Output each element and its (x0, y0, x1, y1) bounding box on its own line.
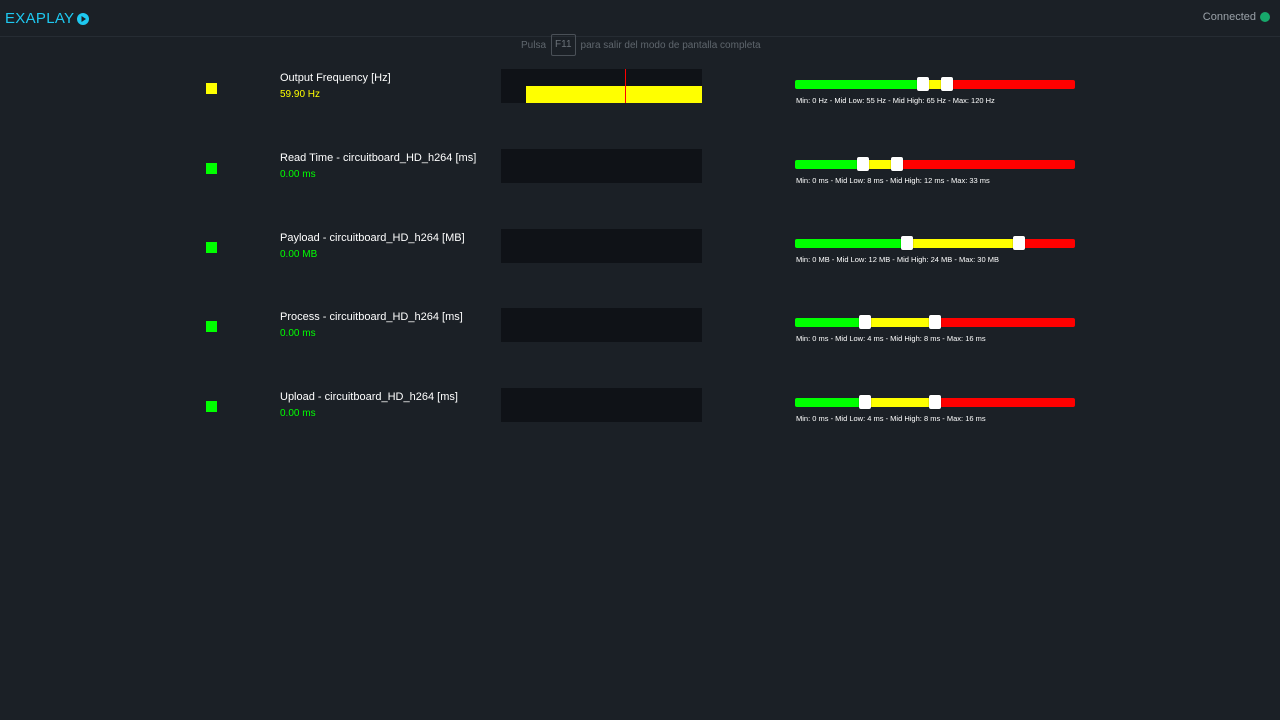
metric-label: Read Time - circuitboard_HD_h264 [ms] (280, 152, 477, 164)
slider-segment-mid (865, 398, 935, 407)
top-bar: EXAPLAY Connected (0, 0, 1280, 37)
metric-label: Output Frequency [Hz] (280, 72, 391, 84)
threshold-slider[interactable] (795, 77, 1075, 91)
threshold-slider[interactable] (795, 157, 1075, 171)
fullscreen-hint-key: F11 (551, 34, 576, 56)
fullscreen-hint-prefix: Pulsa (521, 39, 547, 51)
metric-row-output-frequency: Output Frequency [Hz] 59.90 Hz Min: 0 Hz… (0, 69, 1280, 112)
slider-handle-mid-high[interactable] (890, 157, 903, 171)
status-indicator (206, 321, 217, 332)
slider-segment-mid (907, 239, 1019, 248)
graph-marker (625, 69, 626, 103)
play-icon (77, 12, 90, 25)
threshold-slider[interactable] (795, 395, 1075, 409)
status-indicator (206, 83, 217, 94)
range-text: Min: 0 Hz - Mid Low: 55 Hz - Mid High: 6… (796, 96, 995, 105)
metric-graph (501, 308, 702, 342)
slider-segment-high (896, 160, 1075, 169)
slider-handle-mid-high[interactable] (1013, 236, 1025, 250)
fullscreen-hint-suffix: para salir del modo de pantalla completa (580, 39, 761, 51)
metric-value: 0.00 ms (280, 169, 316, 180)
slider-segment-high (935, 398, 1075, 407)
slider-handle-mid-high[interactable] (929, 315, 941, 329)
metric-row-process: Process - circuitboard_HD_h264 [ms] 0.00… (0, 308, 1280, 351)
range-text: Min: 0 ms - Mid Low: 4 ms - Mid High: 8 … (796, 414, 986, 423)
status-indicator (206, 401, 217, 412)
metric-graph (501, 69, 702, 103)
metric-label: Payload - circuitboard_HD_h264 [MB] (280, 232, 465, 244)
slider-handle-mid-high[interactable] (940, 77, 953, 91)
range-text: Min: 0 ms - Mid Low: 8 ms - Mid High: 12… (796, 176, 990, 185)
metric-value: 0.00 ms (280, 408, 316, 419)
metric-label: Process - circuitboard_HD_h264 [ms] (280, 311, 463, 323)
connection-status-label: Connected (1202, 11, 1256, 23)
metric-graph (501, 149, 702, 183)
slider-handle-mid-high[interactable] (929, 395, 941, 409)
slider-segment-low (795, 80, 924, 89)
slider-segment-low (795, 318, 865, 327)
metric-row-read-time: Read Time - circuitboard_HD_h264 [ms] 0.… (0, 149, 1280, 192)
slider-handle-mid-low[interactable] (917, 77, 930, 91)
metric-value: 59.90 Hz (280, 89, 321, 100)
slider-segment-high (1019, 239, 1075, 248)
range-text: Min: 0 MB - Mid Low: 12 MB - Mid High: 2… (796, 255, 999, 264)
slider-handle-mid-low[interactable] (856, 157, 869, 171)
range-text: Min: 0 ms - Mid Low: 4 ms - Mid High: 8 … (796, 334, 986, 343)
metric-value: 0.00 ms (280, 328, 316, 339)
connection-status: Connected (1203, 11, 1270, 23)
slider-handle-mid-low[interactable] (859, 395, 871, 409)
connection-status-dot (1260, 12, 1270, 22)
slider-segment-high (946, 80, 1075, 89)
status-indicator (206, 242, 217, 253)
slider-handle-mid-low[interactable] (901, 236, 913, 250)
slider-segment-low (795, 160, 863, 169)
metric-value: 0.00 MB (280, 249, 318, 260)
fullscreen-hint: Pulsa F11 para salir del modo de pantall… (521, 34, 761, 56)
threshold-slider[interactable] (795, 315, 1075, 329)
slider-segment-low (795, 398, 865, 407)
brand-logo[interactable]: EXAPLAY (5, 10, 90, 27)
metric-row-payload: Payload - circuitboard_HD_h264 [MB] 0.00… (0, 229, 1280, 272)
graph-bar (526, 86, 702, 103)
brand-name: EXAPLAY (5, 10, 75, 27)
slider-segment-mid (865, 318, 935, 327)
metric-graph (501, 388, 702, 422)
slider-handle-mid-low[interactable] (859, 315, 871, 329)
slider-segment-low (795, 239, 907, 248)
slider-segment-high (935, 318, 1075, 327)
metric-label: Upload - circuitboard_HD_h264 [ms] (280, 391, 458, 403)
status-indicator (206, 163, 217, 174)
threshold-slider[interactable] (795, 236, 1075, 250)
metric-graph (501, 229, 702, 263)
metric-row-upload: Upload - circuitboard_HD_h264 [ms] 0.00 … (0, 388, 1280, 431)
